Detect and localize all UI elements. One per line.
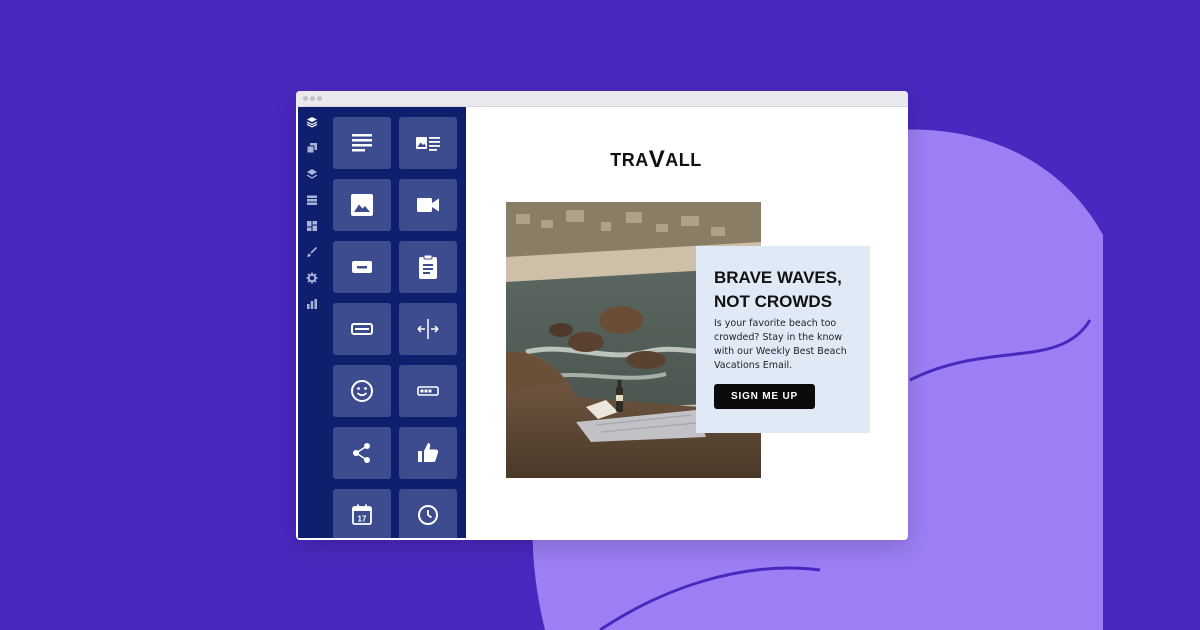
video-block[interactable]: [399, 179, 457, 231]
calendar-block[interactable]: 17: [333, 489, 391, 538]
email-canvas: TRA V ALL BRAVE WAVES, NOT CROWDS Is you…: [466, 107, 906, 538]
rows-icon[interactable]: [306, 194, 318, 206]
text-block-icon: [352, 134, 372, 152]
share-block-icon: [353, 443, 370, 463]
browser-window: 17 TRA V ALL BRAVE WAVES, NOT CROWDS Is …: [296, 91, 908, 540]
clock-block-icon: [418, 505, 438, 525]
copy-icon[interactable]: [306, 142, 318, 154]
text-block[interactable]: [333, 117, 391, 169]
window-dot[interactable]: [317, 96, 322, 101]
input-field-block-icon: [351, 323, 373, 335]
thumbs-up-block[interactable]: [399, 427, 457, 479]
calendar-block-icon: 17: [352, 504, 372, 525]
emoji-block-icon: [351, 380, 373, 402]
window-dot[interactable]: [310, 96, 315, 101]
clock-block[interactable]: [399, 489, 457, 538]
dashboard-icon[interactable]: [306, 220, 318, 232]
gear-icon[interactable]: [306, 272, 318, 284]
logo-text: ALL: [665, 150, 702, 170]
window-dot[interactable]: [303, 96, 308, 101]
icon-rail: [298, 107, 326, 538]
logo-text: TRA: [610, 150, 649, 170]
image-text-block-icon: [416, 137, 440, 151]
sign-me-up-button[interactable]: SIGN ME UP: [714, 384, 815, 409]
image-text-block[interactable]: [399, 117, 457, 169]
button-block-icon: [352, 261, 372, 273]
image-block[interactable]: [333, 179, 391, 231]
progress-bar-block[interactable]: [399, 365, 457, 417]
share-block[interactable]: [333, 427, 391, 479]
input-field-block[interactable]: [333, 303, 391, 355]
progress-bar-block-icon: [417, 386, 439, 396]
button-block[interactable]: [333, 241, 391, 293]
spacer-block[interactable]: [399, 303, 457, 355]
calendar-day-label: 17: [358, 515, 367, 524]
layers-icon[interactable]: [306, 116, 318, 128]
headline-line: BRAVE WAVES,: [714, 268, 842, 287]
image-block-icon: [351, 194, 373, 216]
form-block[interactable]: [399, 241, 457, 293]
emoji-block[interactable]: [333, 365, 391, 417]
bar-chart-icon[interactable]: [306, 298, 318, 310]
blocks-panel: 17: [326, 107, 466, 538]
headline-line: NOT CROWDS: [714, 292, 833, 311]
spacer-block-icon: [417, 319, 439, 339]
promo-card: BRAVE WAVES, NOT CROWDS Is your favorite…: [696, 246, 870, 433]
brush-icon[interactable]: [306, 246, 318, 258]
form-block-icon: [419, 254, 437, 279]
stack-icon[interactable]: [306, 168, 318, 180]
browser-titlebar: [296, 91, 908, 107]
thumbs-up-block-icon: [418, 443, 439, 462]
promo-headline[interactable]: BRAVE WAVES, NOT CROWDS: [714, 266, 864, 314]
video-block-icon: [417, 198, 439, 212]
promo-body-text[interactable]: Is your favorite beach too crowded? Stay…: [714, 317, 859, 373]
brand-logo[interactable]: TRA V ALL: [610, 146, 701, 173]
logo-text: V: [648, 146, 666, 173]
